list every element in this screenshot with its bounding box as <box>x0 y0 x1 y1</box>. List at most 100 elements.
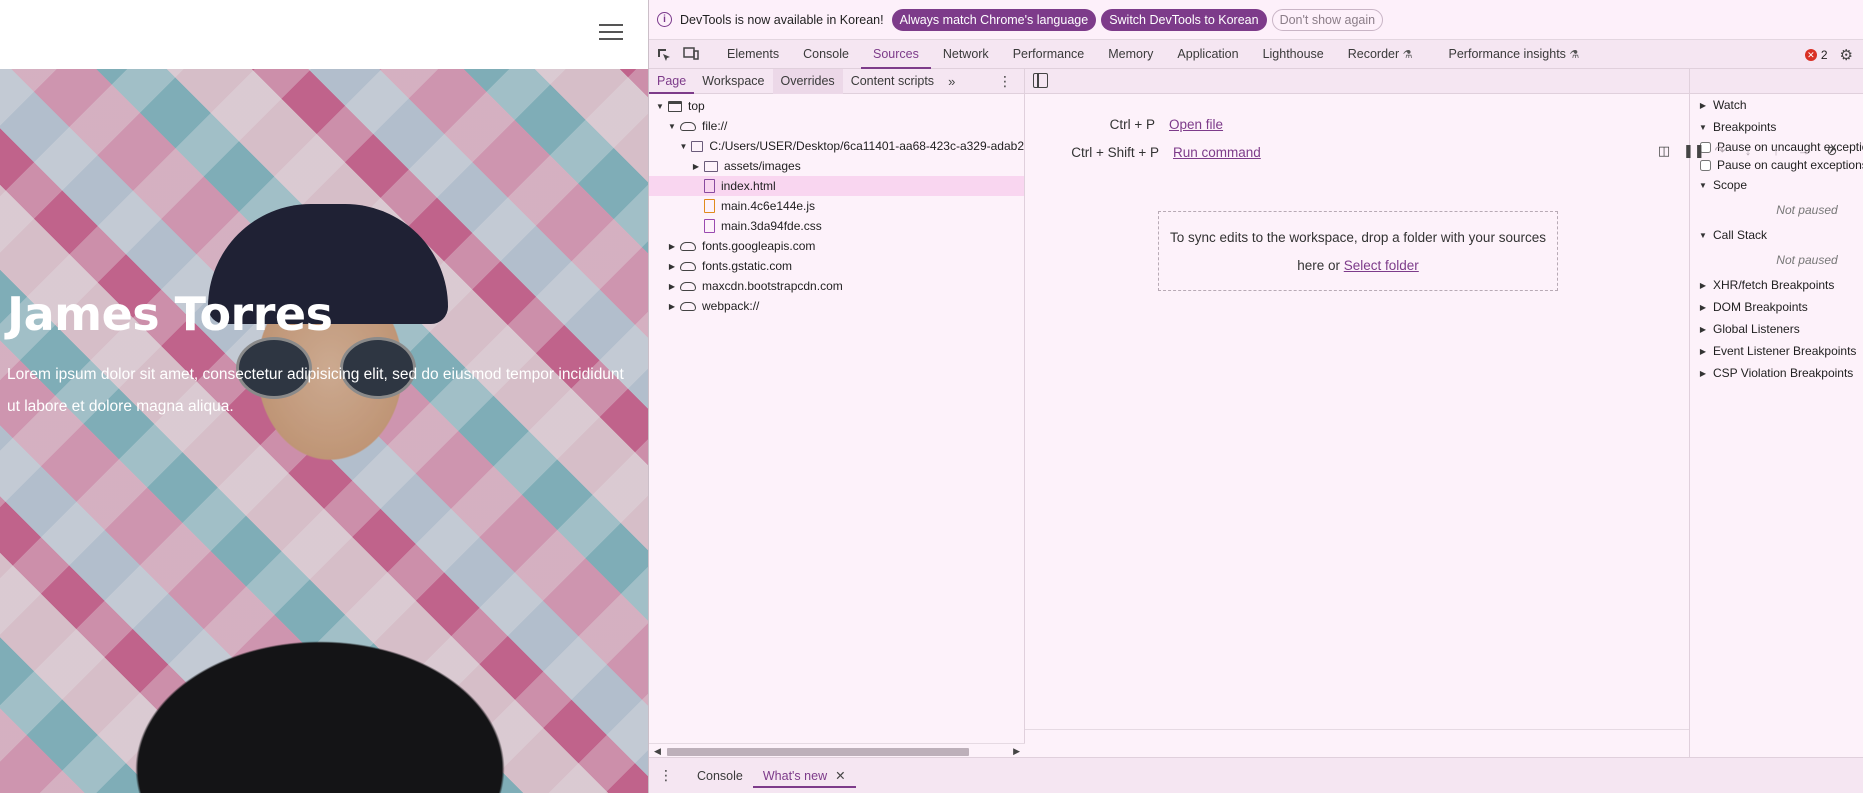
always-match-language-button[interactable]: Always match Chrome's language <box>891 8 1097 31</box>
expanded-arrow-icon: ▼ <box>1699 180 1707 190</box>
tree-item-main-css[interactable]: main.3da94fde.css <box>649 216 1024 236</box>
expanded-arrow-icon: ▼ <box>668 121 676 131</box>
nav-tab-content-scripts[interactable]: Content scripts <box>843 69 942 94</box>
section-global-listeners[interactable]: ▶ Global Listeners <box>1690 318 1863 340</box>
section-watch[interactable]: ▶ Watch <box>1690 94 1863 116</box>
section-call-stack[interactable]: ▼ Call Stack <box>1690 224 1863 246</box>
pause-resume-icon[interactable]: ❚❚ <box>1683 143 1705 159</box>
section-label: Event Listener Breakpoints <box>1713 344 1857 358</box>
toggle-navigator-icon[interactable] <box>1033 73 1048 88</box>
deactivate-breakpoints-icon[interactable]: ⊘ <box>1823 143 1841 159</box>
tree-item-desktop-folder[interactable]: ▼ C:/Users/USER/Desktop/6ca11401-aa68-42… <box>649 136 1024 156</box>
tab-performance-insights-label: Performance insights <box>1448 46 1566 61</box>
section-dom-breakpoints[interactable]: ▶ DOM Breakpoints <box>1690 296 1863 318</box>
tree-item-main-js[interactable]: main.4c6e144e.js <box>649 196 1024 216</box>
tab-sources[interactable]: Sources <box>860 40 931 69</box>
open-file-link[interactable]: Open file <box>1169 117 1223 132</box>
tab-console[interactable]: Console <box>791 40 861 69</box>
tab-recorder-label: Recorder <box>1347 46 1400 61</box>
more-tabs-chevron-icon[interactable]: » <box>948 74 955 89</box>
tree-item-assets-images[interactable]: ▶ assets/images <box>649 156 1024 176</box>
language-infobar: i DevTools is now available in Korean! A… <box>649 0 1863 40</box>
shortcut-key: Ctrl + Shift + P <box>1071 145 1159 160</box>
toggle-debugger-sidebar-icon[interactable]: ◫ <box>1655 143 1673 159</box>
scroll-right-arrow-icon[interactable]: ▶ <box>1013 744 1020 758</box>
section-label: XHR/fetch Breakpoints <box>1713 278 1835 292</box>
tree-item-file-protocol[interactable]: ▼ file:// <box>649 116 1024 136</box>
scroll-left-arrow-icon[interactable]: ◀ <box>654 744 661 758</box>
select-folder-link[interactable]: Select folder <box>1344 258 1419 273</box>
drawer-tab-whats-new[interactable]: What's new ✕ <box>752 758 856 793</box>
navigator-horizontal-scrollbar[interactable]: ◀ ▶ <box>649 743 1025 757</box>
hero-section: James Torres Lorem ipsum dolor sit amet,… <box>0 69 648 793</box>
tab-elements[interactable]: Elements <box>715 40 791 69</box>
tree-item-top[interactable]: ▼ top <box>649 96 1024 116</box>
device-toggle-icon[interactable] <box>677 40 705 68</box>
tab-application[interactable]: Application <box>1165 40 1250 69</box>
scrollbar-thumb[interactable] <box>667 748 969 756</box>
tree-item-label: fonts.gstatic.com <box>702 259 793 273</box>
section-scope[interactable]: ▼ Scope <box>1690 174 1863 196</box>
folder-icon <box>704 160 718 172</box>
expanded-arrow-icon: ▼ <box>1699 230 1707 240</box>
experimental-flask-icon: ⚗ <box>1569 48 1580 61</box>
section-xhr-breakpoints[interactable]: ▶ XHR/fetch Breakpoints <box>1690 274 1863 296</box>
tree-item-maxcdn[interactable]: ▶ maxcdn.bootstrapcdn.com <box>649 276 1024 296</box>
switch-to-korean-button[interactable]: Switch DevTools to Korean <box>1101 8 1267 31</box>
call-stack-not-paused: Not paused <box>1776 253 1838 267</box>
drawer-menu-kebab-icon[interactable]: ⋮ <box>659 767 673 784</box>
workspace-drop-zone[interactable]: To sync edits to the workspace, drop a f… <box>1158 211 1558 291</box>
tab-network[interactable]: Network <box>931 40 1001 69</box>
tree-item-label: C:/Users/USER/Desktop/6ca11401-aa68-423c… <box>709 139 1024 153</box>
tree-item-googleapis[interactable]: ▶ fonts.googleapis.com <box>649 236 1024 256</box>
tab-performance-insights[interactable]: Performance insights ⚗ <box>1437 40 1592 69</box>
section-label: CSP Violation Breakpoints <box>1713 366 1854 380</box>
collapsed-arrow-icon: ▶ <box>668 241 676 251</box>
collapsed-arrow-icon: ▶ <box>668 261 676 271</box>
infobar-message: DevTools is now available in Korean! <box>680 12 884 27</box>
editor-toolbar <box>1025 69 1689 94</box>
section-label: Global Listeners <box>1713 322 1800 336</box>
shortcut-run-command: Ctrl + Shift + P Run command <box>1029 145 1261 160</box>
section-csp-breakpoints[interactable]: ▶ CSP Violation Breakpoints <box>1690 362 1863 384</box>
tree-item-label: main.3da94fde.css <box>721 219 822 233</box>
js-file-icon <box>704 199 715 213</box>
tab-lighthouse[interactable]: Lighthouse <box>1251 40 1336 69</box>
step-out-icon[interactable]: ↑ <box>1767 143 1785 158</box>
section-event-listener-breakpoints[interactable]: ▶ Event Listener Breakpoints <box>1690 340 1863 362</box>
hamburger-menu-icon[interactable] <box>599 24 623 42</box>
drawer-tab-label: What's new <box>762 768 828 783</box>
debugger-sidebar: ▶ Watch ▼ Breakpoints Pause on uncaught … <box>1689 69 1863 757</box>
step-into-icon[interactable]: ↓ <box>1739 143 1757 158</box>
error-counter[interactable]: ✕ 2 <box>1804 48 1828 62</box>
section-label: Breakpoints <box>1713 120 1777 134</box>
tab-performance[interactable]: Performance <box>1001 40 1097 69</box>
section-breakpoints[interactable]: ▼ Breakpoints <box>1690 116 1863 138</box>
close-icon[interactable]: ✕ <box>835 769 845 783</box>
settings-gear-icon[interactable]: ⚙ <box>1840 46 1853 64</box>
hero-description: Lorem ipsum dolor sit amet, consectetur … <box>7 366 624 415</box>
collapsed-arrow-icon: ▶ <box>1699 100 1707 110</box>
tree-item-gstatic[interactable]: ▶ fonts.gstatic.com <box>649 256 1024 276</box>
cloud-icon <box>680 121 696 131</box>
file-navigator: Page Workspace Overrides Content scripts… <box>649 68 1025 757</box>
navigator-menu-kebab-icon[interactable]: ⋮ <box>998 73 1012 90</box>
tab-recorder[interactable]: Recorder ⚗ <box>1336 40 1425 69</box>
drawer-tab-console[interactable]: Console <box>687 758 753 793</box>
tree-item-index-html[interactable]: index.html <box>649 176 1024 196</box>
tab-memory[interactable]: Memory <box>1096 40 1165 69</box>
step-icon[interactable]: → <box>1795 143 1813 158</box>
folder-icon <box>690 140 704 152</box>
tree-item-label: assets/images <box>724 159 801 173</box>
step-over-icon[interactable]: ↷ <box>1711 143 1729 159</box>
tree-item-webpack[interactable]: ▶ webpack:// <box>649 296 1024 316</box>
dont-show-again-button[interactable]: Don't show again <box>1271 8 1384 31</box>
run-command-link[interactable]: Run command <box>1173 145 1261 160</box>
inspect-element-icon[interactable] <box>649 40 677 68</box>
sources-panel: Page Workspace Overrides Content scripts… <box>649 68 1863 757</box>
nav-tab-overrides[interactable]: Overrides <box>772 68 843 94</box>
nav-tab-workspace[interactable]: Workspace <box>694 69 772 94</box>
cloud-icon <box>680 301 696 311</box>
nav-tab-page[interactable]: Page <box>649 69 695 94</box>
tree-item-label: main.4c6e144e.js <box>721 199 816 213</box>
